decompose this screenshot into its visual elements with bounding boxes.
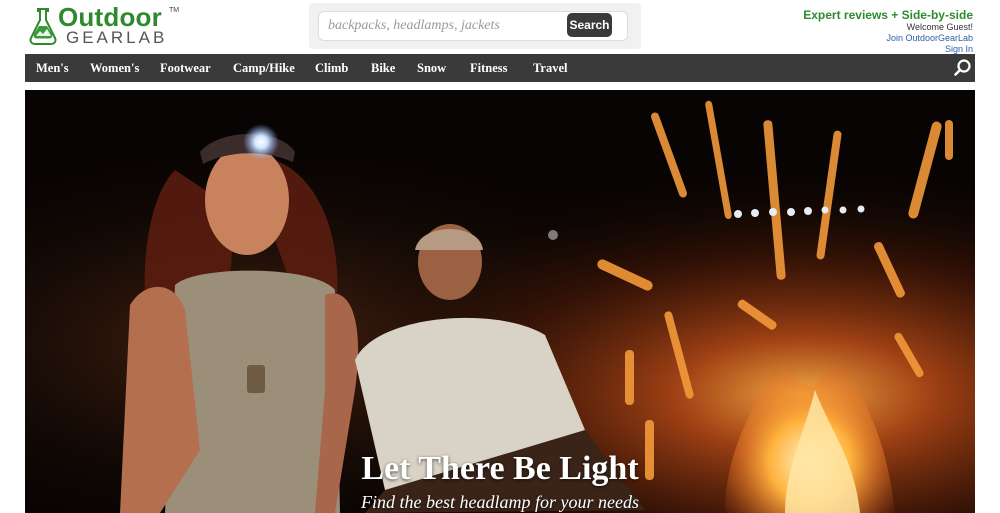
nav-item-camp-hike[interactable]: Camp/Hike <box>233 54 295 82</box>
nav-item-fitness[interactable]: Fitness <box>470 54 508 82</box>
site-header: Outdoor TM GEARLAB Search Expert reviews… <box>0 0 1000 54</box>
nav-item-travel[interactable]: Travel <box>533 54 567 82</box>
search-button[interactable]: Search <box>567 13 612 37</box>
search-icon[interactable] <box>953 58 973 78</box>
hero-subtitle: Find the best headlamp for your needs <box>361 492 639 512</box>
welcome-text: Welcome Guest! <box>906 22 973 32</box>
account-panel: Expert reviews + Side-by-side Welcome Gu… <box>803 8 973 55</box>
site-tagline: Expert reviews + Side-by-side <box>803 8 973 22</box>
join-link[interactable]: Join OutdoorGearLab <box>803 33 973 44</box>
search-bar: Search <box>309 3 641 49</box>
nav-item-womens[interactable]: Women's <box>90 54 139 82</box>
nav-item-bike[interactable]: Bike <box>371 54 395 82</box>
nav-item-footwear[interactable]: Footwear <box>160 54 211 82</box>
flask-logo-icon <box>29 8 57 45</box>
hero-banner[interactable]: Let There Be Light Find the best headlam… <box>25 90 975 513</box>
nav-item-snow[interactable]: Snow <box>417 54 446 82</box>
nav-item-climb[interactable]: Climb <box>315 54 348 82</box>
logo-trademark: TM <box>169 7 180 14</box>
logo-text-gearlab: GEARLAB <box>66 28 168 47</box>
main-nav: Men's Women's Footwear Camp/Hike Climb B… <box>25 54 975 82</box>
nav-item-mens[interactable]: Men's <box>36 54 69 82</box>
site-logo[interactable]: Outdoor TM GEARLAB <box>28 2 180 48</box>
hero-title: Let There Be Light <box>361 450 639 487</box>
